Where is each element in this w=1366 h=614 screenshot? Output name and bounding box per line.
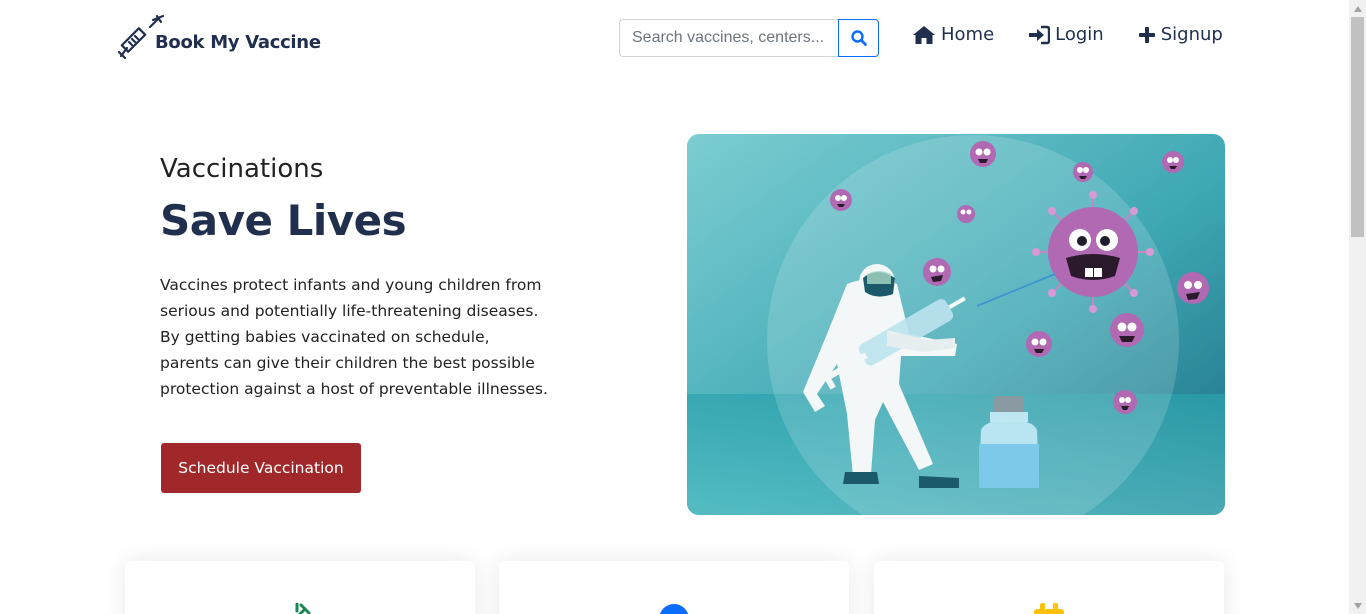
scroll-up-arrow[interactable] <box>1349 0 1366 17</box>
scroll-down-arrow[interactable] <box>1349 597 1366 614</box>
search-button[interactable] <box>838 19 879 57</box>
page-scrollbar[interactable] <box>1349 0 1366 614</box>
hero-description: Vaccines protect infants and young child… <box>160 276 548 398</box>
hero-illustration <box>687 134 1225 515</box>
search-form <box>619 19 879 57</box>
brand-logo-link[interactable]: Book My Vaccine <box>117 14 321 62</box>
hero-title: Save Lives <box>160 196 407 245</box>
nav-home-link[interactable]: Home <box>912 24 994 45</box>
nav-links: Home Login Signup <box>912 24 1223 45</box>
search-input[interactable] <box>619 19 838 57</box>
calendar-icon <box>1034 603 1064 614</box>
feature-card-vaccines[interactable] <box>125 561 475 614</box>
nav-signup-label: Signup <box>1160 24 1223 45</box>
home-icon <box>913 25 935 44</box>
syringe-icon <box>295 603 311 614</box>
login-icon <box>1029 25 1051 44</box>
brand-name: Book My Vaccine <box>155 31 321 53</box>
nav-login-label: Login <box>1055 24 1104 45</box>
scroll-thumb[interactable] <box>1351 17 1364 237</box>
nav-login-link[interactable]: Login <box>1028 24 1104 45</box>
nav-signup-link[interactable]: Signup <box>1138 24 1223 45</box>
plus-icon <box>1138 26 1155 43</box>
schedule-vaccination-button[interactable]: Schedule Vaccination <box>161 443 361 493</box>
info-circle-icon <box>659 604 689 614</box>
hero-subtitle: Vaccinations <box>160 154 324 184</box>
search-icon <box>850 30 867 46</box>
nav-home-label: Home <box>941 24 995 45</box>
feature-card-schedule[interactable] <box>874 561 1224 614</box>
navbar: Book My Vaccine Home Login <box>0 0 1349 80</box>
feature-card-info[interactable] <box>499 561 849 614</box>
